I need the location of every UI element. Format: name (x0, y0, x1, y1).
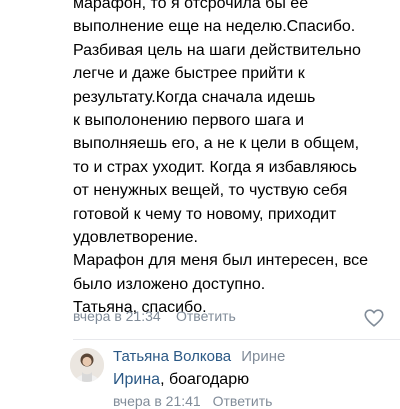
comment-line: результату.Когда сначала идешь (73, 88, 316, 106)
comment-line: Разбивая цель на шаги действительно (73, 41, 361, 59)
divider (73, 339, 400, 340)
reply-author[interactable]: Татьяна Волкова (113, 348, 231, 365)
comment-line: от ненужных вещей, то чуствую себя (73, 182, 348, 200)
heart-icon[interactable] (363, 307, 385, 329)
reply-meta: вчера в 21:41 Ответить (113, 393, 272, 409)
comment-line: к выполонению первого шага и (73, 112, 305, 130)
reply-text: Ирина, боагодарю (113, 371, 249, 389)
comment-line: марафон, то я отсрочила бы ее (73, 0, 309, 12)
comment-line: выполняешь его, а не к цели в общем, (73, 135, 360, 153)
reply-reply-button[interactable]: Ответить (213, 393, 273, 409)
comment-line: выполнение еще на неделю.Спасибо. (73, 18, 356, 36)
reply-button[interactable]: Ответить (176, 308, 236, 324)
comment-line: Марафон для меня был интересен, все (73, 252, 369, 270)
comment-timestamp: вчера в 21:34 (73, 308, 161, 324)
reply-mention[interactable]: Ирина (113, 371, 160, 388)
comment-line: готовой к чему то новому, приходит (73, 205, 337, 223)
comment-line: удовлетворение. (73, 229, 198, 247)
comment-meta: вчера в 21:34 Ответить (73, 308, 393, 328)
avatar[interactable] (70, 348, 104, 382)
comment-line: было изложено доступно. (73, 275, 266, 293)
reply-timestamp: вчера в 21:41 (113, 393, 201, 409)
reply-recipient[interactable]: Ирине (241, 348, 285, 365)
reply-header: Татьяна Волкова Ирине (113, 348, 285, 365)
reply-body: , боагодарю (160, 371, 250, 388)
comment-line: легче и даже быстрее прийти к (73, 65, 305, 83)
comment-text: марафон, то я отсрочила бы ее выполнение… (73, 0, 395, 320)
comment-line: то и страх уходит. Когда я избавляюсь (73, 158, 357, 176)
